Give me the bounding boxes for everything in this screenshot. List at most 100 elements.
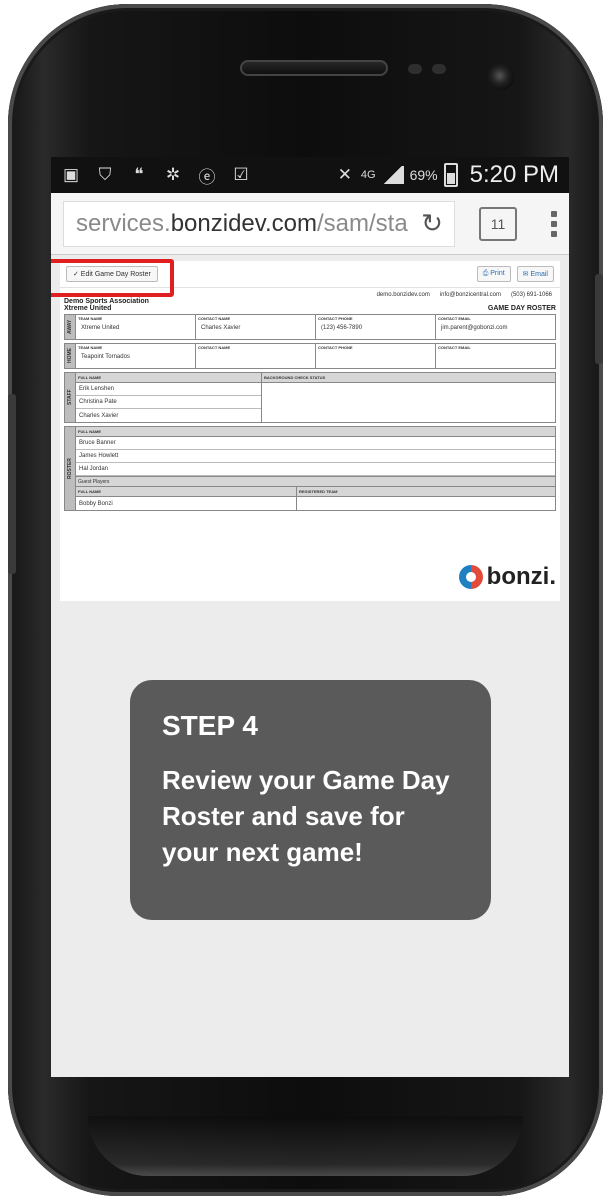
header-label: FULL NAME (78, 429, 102, 434)
home-section: HOME TEAM NAME Teapoint Tornados CONTACT … (64, 343, 556, 369)
field-label: CONTACT PHONE (318, 316, 353, 321)
home-contact-name: CONTACT NAME (196, 344, 316, 368)
registered-team-header: REGISTERED TEAM (297, 487, 555, 497)
bonzi-logo: bonzi. (458, 563, 556, 591)
signal-icon (381, 166, 404, 184)
staff-split: FULL NAME Erik Lenshen Christina Pate Ch… (76, 373, 555, 422)
guest-players-header: Guest Players (76, 476, 555, 487)
url-host: bonzidev.com (170, 209, 317, 237)
home-team-name: TEAM NAME Teapoint Tornados (76, 344, 196, 368)
away-contact-phone: CONTACT PHONE (123) 456-7890 (316, 315, 436, 339)
website-link[interactable]: demo.bonzidev.com (377, 292, 430, 298)
volume-button (8, 394, 16, 574)
network-type: 4G (360, 169, 376, 181)
field-value: Charles Xavier (201, 325, 241, 331)
battery-icon (443, 163, 458, 187)
field-value: jim.parent@gobonzi.com (441, 325, 508, 331)
roster-page: ✓ Edit Game Day Roster ⎙ Print ✉ Email d… (51, 259, 560, 601)
list-item: Charles Xavier (79, 412, 119, 419)
callout-text: Review your Game Day Roster and save for… (162, 765, 450, 867)
team-name: Xtreme United (64, 305, 112, 312)
table-row: James Howlett (76, 450, 555, 463)
header-label: FULL NAME (78, 489, 102, 494)
staff-label: STAFF (64, 372, 76, 423)
print-button[interactable]: ⎙ Print (476, 266, 511, 282)
players-body: FULL NAME Bruce Banner James Howlett Hal… (76, 426, 556, 511)
header-label: BACKGROUND CHECK STATUS (264, 375, 326, 380)
field-label: TEAM NAME (78, 345, 103, 350)
tab-count: 11 (490, 215, 506, 232)
org-row: Demo Sports Association (60, 298, 560, 305)
background-check-header: BACKGROUND CHECK STATUS (262, 373, 555, 383)
field-label: CONTACT NAME (198, 316, 231, 321)
away-section: AWAY TEAM NAME Xtreme United CONTACT NAME… (64, 314, 556, 340)
guest-teams: REGISTERED TEAM (297, 487, 555, 510)
callout-title: STEP 4 (162, 710, 258, 741)
staff-section: STAFF FULL NAME Erik Lenshen Christina P… (64, 372, 556, 423)
away-fields: TEAM NAME Xtreme United CONTACT NAME Charl… (76, 314, 556, 340)
light-sensor (432, 64, 446, 74)
guest-split: FULL NAME Bobby Bonzi REGISTERED TEAM (76, 487, 555, 510)
away-contact-email: CONTACT EMAIL jim.parent@gobonzi.com (436, 315, 555, 339)
url-prefix: services. (76, 209, 171, 237)
url-field[interactable]: services. bonzidev.com/sam/sta (63, 200, 455, 247)
home-contact-email: CONTACT EMAIL (436, 344, 555, 368)
staff-body: FULL NAME Erik Lenshen Christina Pate Ch… (76, 372, 556, 423)
e-icon: ⓔ (198, 167, 216, 187)
away-contact-name: CONTACT NAME Charles Xavier (196, 315, 316, 339)
roster-table: AWAY TEAM NAME Xtreme United CONTACT NAME… (64, 314, 556, 511)
field-label: TEAM NAME (78, 316, 103, 321)
phone-screen: ▣ ⛉ ❝ ✲ ⓔ ☑ ✕ 4G 69% 5:20 PM services. bo… (51, 157, 569, 1077)
field-label: CONTACT NAME (198, 345, 231, 350)
header-label: REGISTERED TEAM (299, 489, 338, 494)
phone-bottom-bezel (88, 1116, 523, 1176)
clock: 5:20 PM (469, 161, 559, 188)
page-title: GAME DAY ROSTER (487, 305, 556, 312)
phone-number: (503) 691-1066 (510, 292, 552, 298)
status-bar: ▣ ⛉ ❝ ✲ ⓔ ☑ ✕ 4G 69% 5:20 PM (51, 157, 569, 193)
away-label: AWAY (64, 314, 76, 340)
tabs-button[interactable]: 11 (479, 206, 517, 241)
guest-name-header: FULL NAME (76, 487, 296, 497)
team-row: Xtreme United GAME DAY ROSTER (60, 305, 560, 314)
settings-icon: ✲ (165, 165, 181, 184)
brand-name: bonzi. (486, 563, 556, 590)
staff-checks: BACKGROUND CHECK STATUS (262, 373, 555, 422)
overflow-menu-icon[interactable] (551, 210, 557, 237)
shopping-bag-icon: ☑ (233, 165, 249, 184)
away-team-name: TEAM NAME Xtreme United (76, 315, 196, 339)
players-section: ROSTER FULL NAME Bruce Banner James Howl… (64, 426, 556, 511)
home-contact-phone: CONTACT PHONE (316, 344, 436, 368)
list-item: Christina Pate (76, 396, 261, 409)
field-value: Xtreme United (81, 325, 120, 331)
field-label: CONTACT PHONE (318, 345, 353, 350)
table-row: Bobby Bonzi (79, 500, 113, 507)
guest-names: FULL NAME Bobby Bonzi (76, 487, 297, 510)
url-path: /sam/sta (316, 209, 408, 237)
table-row: Hal Jordan (76, 463, 555, 476)
proximity-sensor (408, 64, 422, 74)
email-button[interactable]: ✉ Email (516, 266, 554, 282)
browser-toolbar: services. bonzidev.com/sam/sta ↻ 11 (51, 193, 569, 255)
field-label: CONTACT EMAIL (438, 345, 471, 350)
home-fields: TEAM NAME Teapoint Tornados CONTACT NAME … (76, 343, 556, 369)
reload-icon[interactable]: ↻ (415, 208, 449, 239)
front-camera (488, 64, 514, 90)
earpiece-speaker (240, 60, 388, 76)
highlight-box (51, 259, 174, 297)
battery-percent: 69% (409, 167, 438, 183)
email-link[interactable]: info@bonzicentral.com (440, 292, 501, 298)
player-name-header: FULL NAME (76, 427, 555, 437)
staff-name-header: FULL NAME (76, 373, 261, 383)
list-item: Erik Lenshen (76, 383, 261, 396)
power-button (595, 274, 603, 364)
home-label: HOME (64, 343, 76, 369)
bonzi-logo-icon (458, 565, 483, 589)
field-value: (123) 456-7890 (321, 325, 363, 331)
roster-label: ROSTER (64, 426, 76, 511)
org-name: Demo Sports Association (64, 298, 149, 305)
mute-icon: ✕ (337, 165, 353, 184)
image-icon: ▣ (62, 165, 80, 184)
table-row: Bruce Banner (76, 437, 555, 450)
staff-names: FULL NAME Erik Lenshen Christina Pate Ch… (76, 373, 262, 422)
